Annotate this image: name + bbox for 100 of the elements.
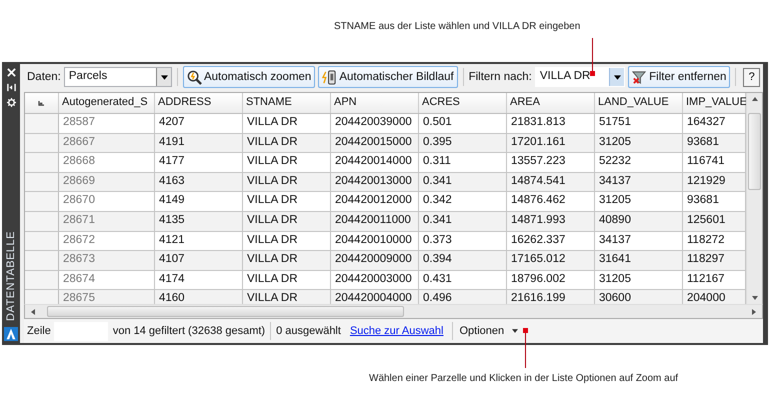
select-link[interactable]: Suche zur Auswahl: [350, 325, 444, 337]
horizontal-scrollbar[interactable]: [24, 304, 763, 319]
table-cell: 0.311: [419, 153, 507, 172]
row-header[interactable]: [25, 153, 59, 172]
table-cell: 204420011000: [331, 212, 419, 231]
row-header[interactable]: [25, 114, 59, 133]
table-cell: 28672: [59, 232, 155, 250]
table-cell: 28667: [59, 134, 155, 152]
table-cell: 28670: [59, 192, 155, 211]
table-cell: 16262.337: [507, 232, 595, 250]
toolbar-button[interactable]: Automatischer Bildlauf: [318, 66, 458, 88]
options-button[interactable]: Optionen: [458, 325, 520, 337]
table-cell: 0.395: [419, 134, 507, 152]
table-cell: 204420013000: [331, 172, 419, 192]
help-button[interactable]: ?: [743, 68, 760, 86]
column-header[interactable]: ACRES: [419, 93, 507, 113]
table-cell: 13557.223: [507, 153, 595, 172]
table-cell: 31641: [595, 251, 683, 270]
data-dropdown[interactable]: Parcels: [64, 67, 172, 87]
row-header[interactable]: [25, 270, 59, 290]
table-cell: 31205: [595, 192, 683, 211]
callout-text: STNAME aus der Liste wählen und VILLA DR eingeben: [334, 21, 580, 32]
settings-icon[interactable]: [6, 98, 16, 107]
row-label: Zeile: [27, 325, 51, 337]
table-cell: VILLA DR: [243, 153, 331, 172]
column-header[interactable]: APN: [331, 93, 419, 113]
scroll-right-icon[interactable]: [752, 308, 756, 314]
table-cell: 4191: [155, 134, 243, 152]
table-cell: 28674: [59, 270, 155, 290]
row-header[interactable]: [25, 192, 59, 211]
column-header[interactable]: LAND_VALUE: [595, 93, 683, 113]
table-cell: VILLA DR: [243, 172, 331, 192]
leader-line: [592, 38, 593, 73]
logo-icon: [4, 327, 18, 341]
selection-count: 0 ausgewählt: [276, 325, 341, 337]
close-icon[interactable]: [6, 68, 16, 77]
table-cell: 204420003000: [331, 270, 419, 290]
panel-title: DATENTABELLE: [5, 231, 17, 321]
table-cell: 40890: [595, 212, 683, 231]
table-cell: 4135: [155, 212, 243, 231]
table-cell: 18796.002: [507, 270, 595, 290]
table-cell: 204420010000: [331, 232, 419, 250]
dropdown-arrow-icon: [160, 74, 168, 80]
funnel-icon: [632, 70, 648, 84]
table-cell: 17201.161: [507, 134, 595, 152]
table-cell: 14876.462: [507, 192, 595, 211]
table-cell: 4149: [155, 192, 243, 211]
table-cell: 34137: [595, 232, 683, 250]
filter-dropdown[interactable]: VILLA DR: [534, 67, 626, 87]
table-cell: 204420015000: [331, 134, 419, 152]
scroll-left-icon[interactable]: [31, 308, 35, 314]
table-cell: VILLA DR: [243, 134, 331, 152]
dropdown-arrow-icon: [614, 74, 621, 80]
caret-icon: [512, 329, 518, 333]
table-cell: 21831.813: [507, 114, 595, 133]
table-cell: 28673: [59, 251, 155, 270]
table-cell: 0.341: [419, 212, 507, 231]
data-label: Daten:: [27, 71, 61, 83]
table-cell: 28668: [59, 153, 155, 172]
table-cell: VILLA DR: [243, 232, 331, 250]
filter-label: Filtern nach:: [468, 71, 532, 83]
table-cell: 0.501: [419, 114, 507, 133]
table-cell: 34137: [595, 172, 683, 192]
toolbar-button[interactable]: Automatisch zoomen: [182, 66, 316, 88]
table-cell: 0.394: [419, 251, 507, 270]
table-cell: 51751: [595, 114, 683, 133]
table-cell: 204420012000: [331, 192, 419, 211]
callout-text: Wählen einer Parzelle und Klicken in der Liste Optionen auf Zoom auf: [369, 373, 678, 384]
table-cell: 31205: [595, 134, 683, 152]
table-cell: 4207: [155, 114, 243, 133]
table-cell: 28669: [59, 172, 155, 192]
table-cell: 31205: [595, 270, 683, 290]
table-cell: 4163: [155, 172, 243, 192]
table-cell: VILLA DR: [243, 192, 331, 211]
table-cell: 14874.541: [507, 172, 595, 192]
auto-hide-icon[interactable]: [6, 83, 16, 92]
scroll-up-icon[interactable]: [752, 97, 758, 101]
table-cell: 0.431: [419, 270, 507, 290]
table-cell: 28587: [59, 114, 155, 133]
table-cell: 0.341: [419, 172, 507, 192]
table-cell: 204420039000: [331, 114, 419, 133]
scroll-down-icon[interactable]: [752, 296, 758, 300]
table-cell: VILLA DR: [243, 251, 331, 270]
device-icon: [322, 70, 338, 84]
table-cell: 14871.993: [507, 212, 595, 231]
column-header[interactable]: ADDRESS: [155, 93, 243, 113]
table-cell: VILLA DR: [243, 212, 331, 231]
magnifier-icon: [186, 70, 202, 84]
column-header[interactable]: STNAME: [243, 93, 331, 113]
table-cell: 17165.012: [507, 251, 595, 270]
table-cell: 4174: [155, 270, 243, 290]
filter-count: von 14 gefiltert (32638 gesamt): [112, 325, 266, 337]
table-cell: 204420014000: [331, 153, 419, 172]
vertical-scrollbar[interactable]: [746, 93, 762, 304]
table-cell: 4107: [155, 251, 243, 270]
column-header[interactable]: Autogenerated_S: [59, 93, 155, 113]
remove-filter-button[interactable]: Filter entfernen: [628, 66, 730, 88]
table-cell: 0.373: [419, 232, 507, 250]
column-header[interactable]: AREA: [507, 93, 595, 113]
row-header[interactable]: [25, 232, 59, 250]
